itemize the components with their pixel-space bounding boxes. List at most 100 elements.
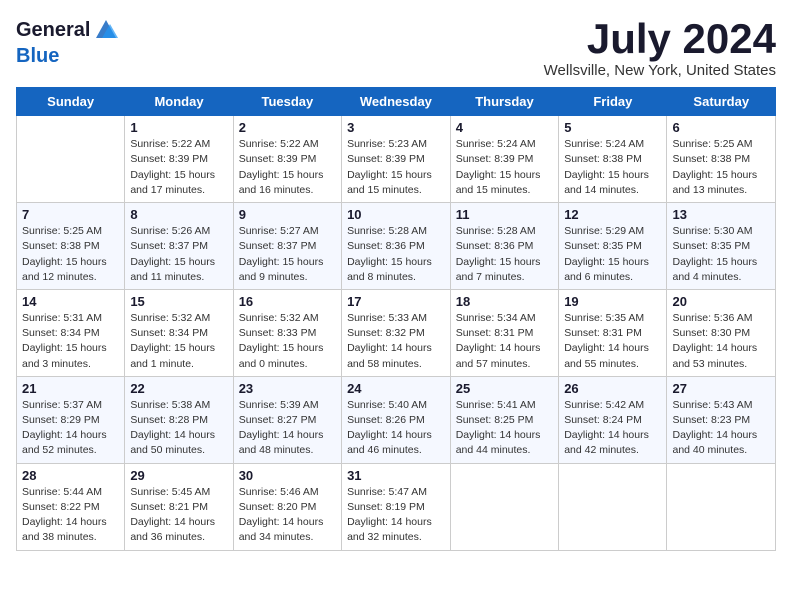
calendar-cell: 3 Sunrise: 5:23 AMSunset: 8:39 PMDaylight…: [342, 116, 451, 203]
calendar-cell: 30Sunrise: 5:46 AMSunset: 8:20 PMDayligh…: [233, 463, 341, 550]
day-info: Sunrise: 5:40 AMSunset: 8:26 PMDaylight:…: [347, 398, 445, 459]
day-info: Sunrise: 5:24 AMSunset: 8:38 PMDaylight:…: [564, 137, 661, 198]
calendar-day-header: Tuesday: [233, 88, 341, 116]
day-number: 24: [347, 381, 445, 396]
day-info: Sunrise: 5:25 AMSunset: 8:38 PMDaylight:…: [672, 137, 770, 198]
day-info: Sunrise: 5:29 AMSunset: 8:35 PMDaylight:…: [564, 224, 661, 285]
day-number: 20: [672, 294, 770, 309]
day-number: 23: [239, 381, 336, 396]
day-number: 4: [456, 120, 553, 135]
day-info: Sunrise: 5:47 AMSunset: 8:19 PMDaylight:…: [347, 485, 445, 546]
logo-icon: [92, 16, 120, 44]
day-info: Sunrise: 5:30 AMSunset: 8:35 PMDaylight:…: [672, 224, 770, 285]
calendar-day-header: Saturday: [667, 88, 776, 116]
calendar-cell: 19 Sunrise: 5:35 AMSunset: 8:31 PMDayligh…: [559, 289, 667, 376]
day-number: 2: [239, 120, 336, 135]
day-info: Sunrise: 5:34 AMSunset: 8:31 PMDaylight:…: [456, 311, 553, 372]
day-number: 5: [564, 120, 661, 135]
day-number: 22: [130, 381, 227, 396]
calendar-cell: [17, 116, 125, 203]
calendar-cell: 24 Sunrise: 5:40 AMSunset: 8:26 PMDayligh…: [342, 376, 451, 463]
calendar-week-row: 28Sunrise: 5:44 AMSunset: 8:22 PMDayligh…: [17, 463, 776, 550]
day-number: 1: [130, 120, 227, 135]
calendar-cell: 28Sunrise: 5:44 AMSunset: 8:22 PMDayligh…: [17, 463, 125, 550]
calendar-cell: 4 Sunrise: 5:24 AMSunset: 8:39 PMDaylight…: [450, 116, 558, 203]
day-number: 29: [130, 468, 227, 483]
day-number: 18: [456, 294, 553, 309]
calendar-week-row: 14Sunrise: 5:31 AMSunset: 8:34 PMDayligh…: [17, 289, 776, 376]
day-info: Sunrise: 5:22 AMSunset: 8:39 PMDaylight:…: [239, 137, 336, 198]
day-number: 11: [456, 207, 553, 222]
calendar-cell: 20 Sunrise: 5:36 AMSunset: 8:30 PMDayligh…: [667, 289, 776, 376]
calendar-day-header: Wednesday: [342, 88, 451, 116]
calendar-cell: 26Sunrise: 5:42 AMSunset: 8:24 PMDayligh…: [559, 376, 667, 463]
day-number: 17: [347, 294, 445, 309]
calendar-cell: 14Sunrise: 5:31 AMSunset: 8:34 PMDayligh…: [17, 289, 125, 376]
calendar-cell: 7Sunrise: 5:25 AMSunset: 8:38 PMDaylight…: [17, 203, 125, 290]
logo: General Blue: [16, 16, 120, 68]
calendar-week-row: 1 Sunrise: 5:22 AMSunset: 8:39 PMDaylight…: [17, 116, 776, 203]
day-info: Sunrise: 5:24 AMSunset: 8:39 PMDaylight:…: [456, 137, 553, 198]
calendar-cell: 17Sunrise: 5:33 AMSunset: 8:32 PMDayligh…: [342, 289, 451, 376]
day-info: Sunrise: 5:42 AMSunset: 8:24 PMDaylight:…: [564, 398, 661, 459]
day-info: Sunrise: 5:23 AMSunset: 8:39 PMDaylight:…: [347, 137, 445, 198]
calendar-cell: [667, 463, 776, 550]
month-title: July 2024: [544, 16, 776, 62]
calendar-cell: 16 Sunrise: 5:32 AMSunset: 8:33 PMDayligh…: [233, 289, 341, 376]
day-info: Sunrise: 5:25 AMSunset: 8:38 PMDaylight:…: [22, 224, 119, 285]
day-info: Sunrise: 5:43 AMSunset: 8:23 PMDaylight:…: [672, 398, 770, 459]
page-header: General Blue July 2024 Wellsville, New Y…: [16, 16, 776, 79]
day-info: Sunrise: 5:41 AMSunset: 8:25 PMDaylight:…: [456, 398, 553, 459]
day-number: 3: [347, 120, 445, 135]
day-info: Sunrise: 5:26 AMSunset: 8:37 PMDaylight:…: [130, 224, 227, 285]
calendar-cell: 27Sunrise: 5:43 AMSunset: 8:23 PMDayligh…: [667, 376, 776, 463]
day-info: Sunrise: 5:39 AMSunset: 8:27 PMDaylight:…: [239, 398, 336, 459]
day-number: 8: [130, 207, 227, 222]
day-info: Sunrise: 5:32 AMSunset: 8:33 PMDaylight:…: [239, 311, 336, 372]
calendar-cell: 10 Sunrise: 5:28 AMSunset: 8:36 PMDayligh…: [342, 203, 451, 290]
day-info: Sunrise: 5:28 AMSunset: 8:36 PMDaylight:…: [456, 224, 553, 285]
day-info: Sunrise: 5:27 AMSunset: 8:37 PMDaylight:…: [239, 224, 336, 285]
calendar-cell: 15Sunrise: 5:32 AMSunset: 8:34 PMDayligh…: [125, 289, 233, 376]
calendar-day-header: Monday: [125, 88, 233, 116]
calendar-cell: 2 Sunrise: 5:22 AMSunset: 8:39 PMDaylight…: [233, 116, 341, 203]
calendar-day-header: Sunday: [17, 88, 125, 116]
calendar-header-row: SundayMondayTuesdayWednesdayThursdayFrid…: [17, 88, 776, 116]
calendar-cell: 13 Sunrise: 5:30 AMSunset: 8:35 PMDayligh…: [667, 203, 776, 290]
day-number: 16: [239, 294, 336, 309]
calendar-cell: 21 Sunrise: 5:37 AMSunset: 8:29 PMDayligh…: [17, 376, 125, 463]
calendar-week-row: 7Sunrise: 5:25 AMSunset: 8:38 PMDaylight…: [17, 203, 776, 290]
calendar-cell: 12Sunrise: 5:29 AMSunset: 8:35 PMDayligh…: [559, 203, 667, 290]
logo-general: General: [16, 18, 90, 42]
day-number: 6: [672, 120, 770, 135]
logo-blue: Blue: [16, 45, 59, 67]
day-info: Sunrise: 5:36 AMSunset: 8:30 PMDaylight:…: [672, 311, 770, 372]
calendar-cell: 9 Sunrise: 5:27 AMSunset: 8:37 PMDaylight…: [233, 203, 341, 290]
day-number: 19: [564, 294, 661, 309]
day-number: 15: [130, 294, 227, 309]
calendar-cell: [559, 463, 667, 550]
calendar-day-header: Friday: [559, 88, 667, 116]
day-info: Sunrise: 5:28 AMSunset: 8:36 PMDaylight:…: [347, 224, 445, 285]
calendar-cell: 23 Sunrise: 5:39 AMSunset: 8:27 PMDayligh…: [233, 376, 341, 463]
calendar-cell: 8 Sunrise: 5:26 AMSunset: 8:37 PMDaylight…: [125, 203, 233, 290]
day-info: Sunrise: 5:37 AMSunset: 8:29 PMDaylight:…: [22, 398, 119, 459]
calendar-cell: 18 Sunrise: 5:34 AMSunset: 8:31 PMDayligh…: [450, 289, 558, 376]
day-number: 13: [672, 207, 770, 222]
calendar-cell: 29 Sunrise: 5:45 AMSunset: 8:21 PMDayligh…: [125, 463, 233, 550]
day-number: 10: [347, 207, 445, 222]
calendar-cell: [450, 463, 558, 550]
day-number: 21: [22, 381, 119, 396]
day-info: Sunrise: 5:46 AMSunset: 8:20 PMDaylight:…: [239, 485, 336, 546]
day-number: 9: [239, 207, 336, 222]
location: Wellsville, New York, United States: [544, 62, 776, 79]
calendar-cell: 31Sunrise: 5:47 AMSunset: 8:19 PMDayligh…: [342, 463, 451, 550]
title-section: July 2024 Wellsville, New York, United S…: [544, 16, 776, 79]
calendar-cell: 1 Sunrise: 5:22 AMSunset: 8:39 PMDaylight…: [125, 116, 233, 203]
calendar-table: SundayMondayTuesdayWednesdayThursdayFrid…: [16, 87, 776, 550]
day-info: Sunrise: 5:35 AMSunset: 8:31 PMDaylight:…: [564, 311, 661, 372]
day-info: Sunrise: 5:45 AMSunset: 8:21 PMDaylight:…: [130, 485, 227, 546]
day-number: 14: [22, 294, 119, 309]
day-info: Sunrise: 5:22 AMSunset: 8:39 PMDaylight:…: [130, 137, 227, 198]
day-number: 28: [22, 468, 119, 483]
